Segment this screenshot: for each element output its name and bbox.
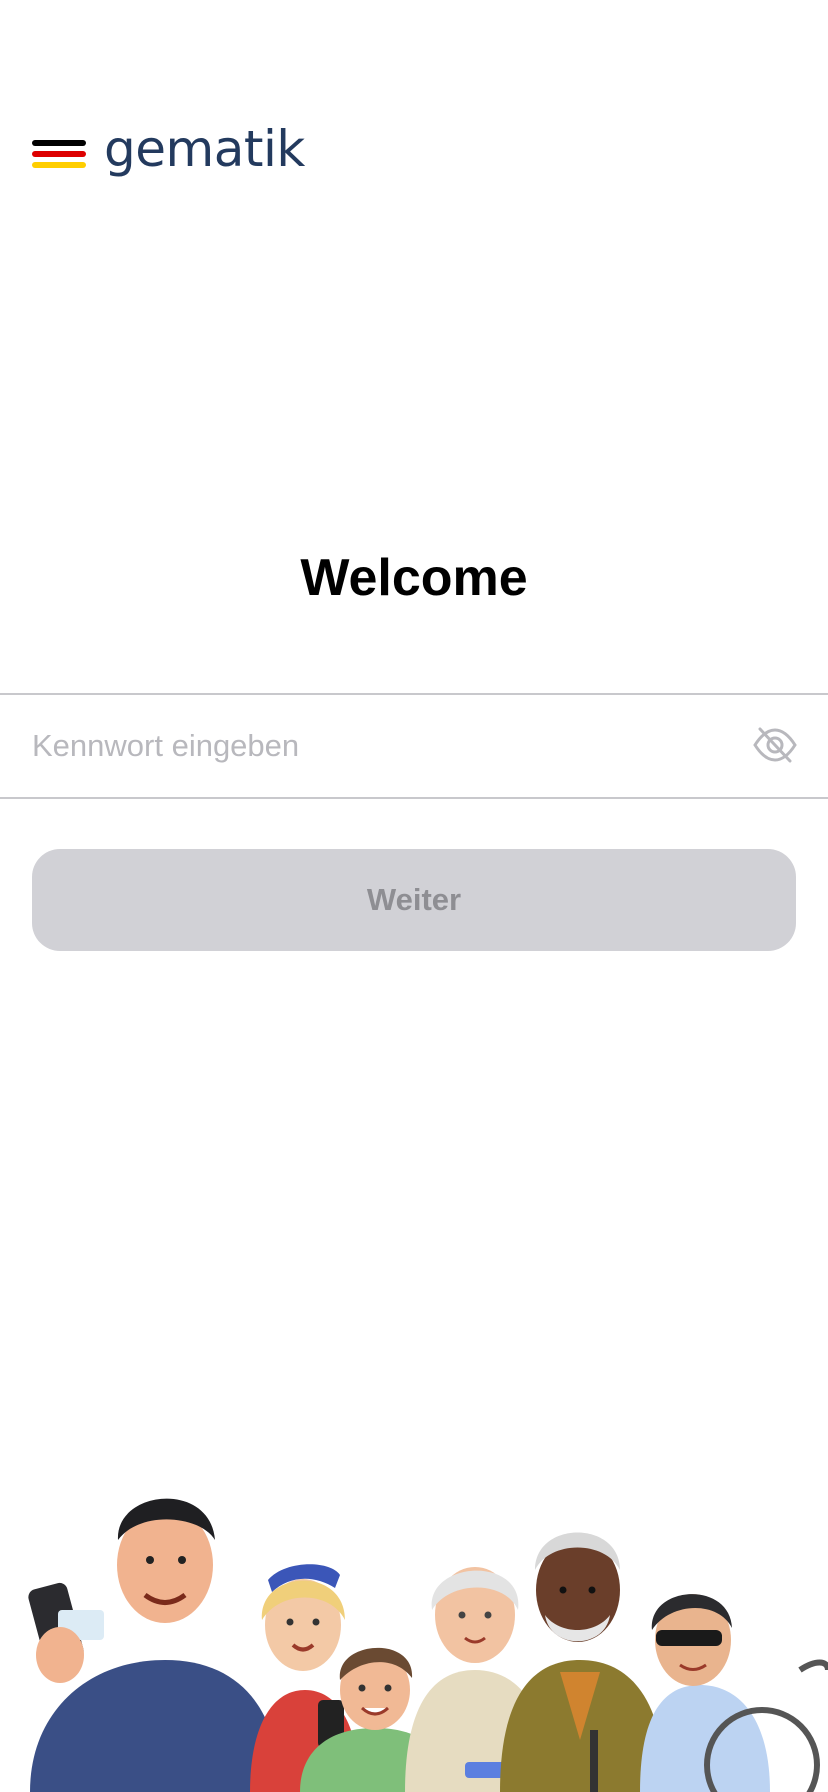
continue-button[interactable]: Weiter (32, 849, 796, 951)
person-man-wheelchair (640, 1594, 828, 1792)
logo-wordmark: gematik (104, 120, 305, 178)
person-man-blue (28, 1498, 280, 1792)
page-title: Welcome (300, 549, 528, 607)
password-input[interactable] (32, 695, 712, 797)
eye-slash-icon[interactable] (752, 725, 798, 765)
person-elderly-man (500, 1532, 665, 1792)
flag-icon (32, 140, 86, 168)
password-field-container (0, 693, 828, 799)
welcome-screen: gematik Welcome Weiter (0, 0, 828, 1792)
gematik-logo: gematik (32, 120, 305, 178)
people-group-illustration (28, 1498, 828, 1792)
